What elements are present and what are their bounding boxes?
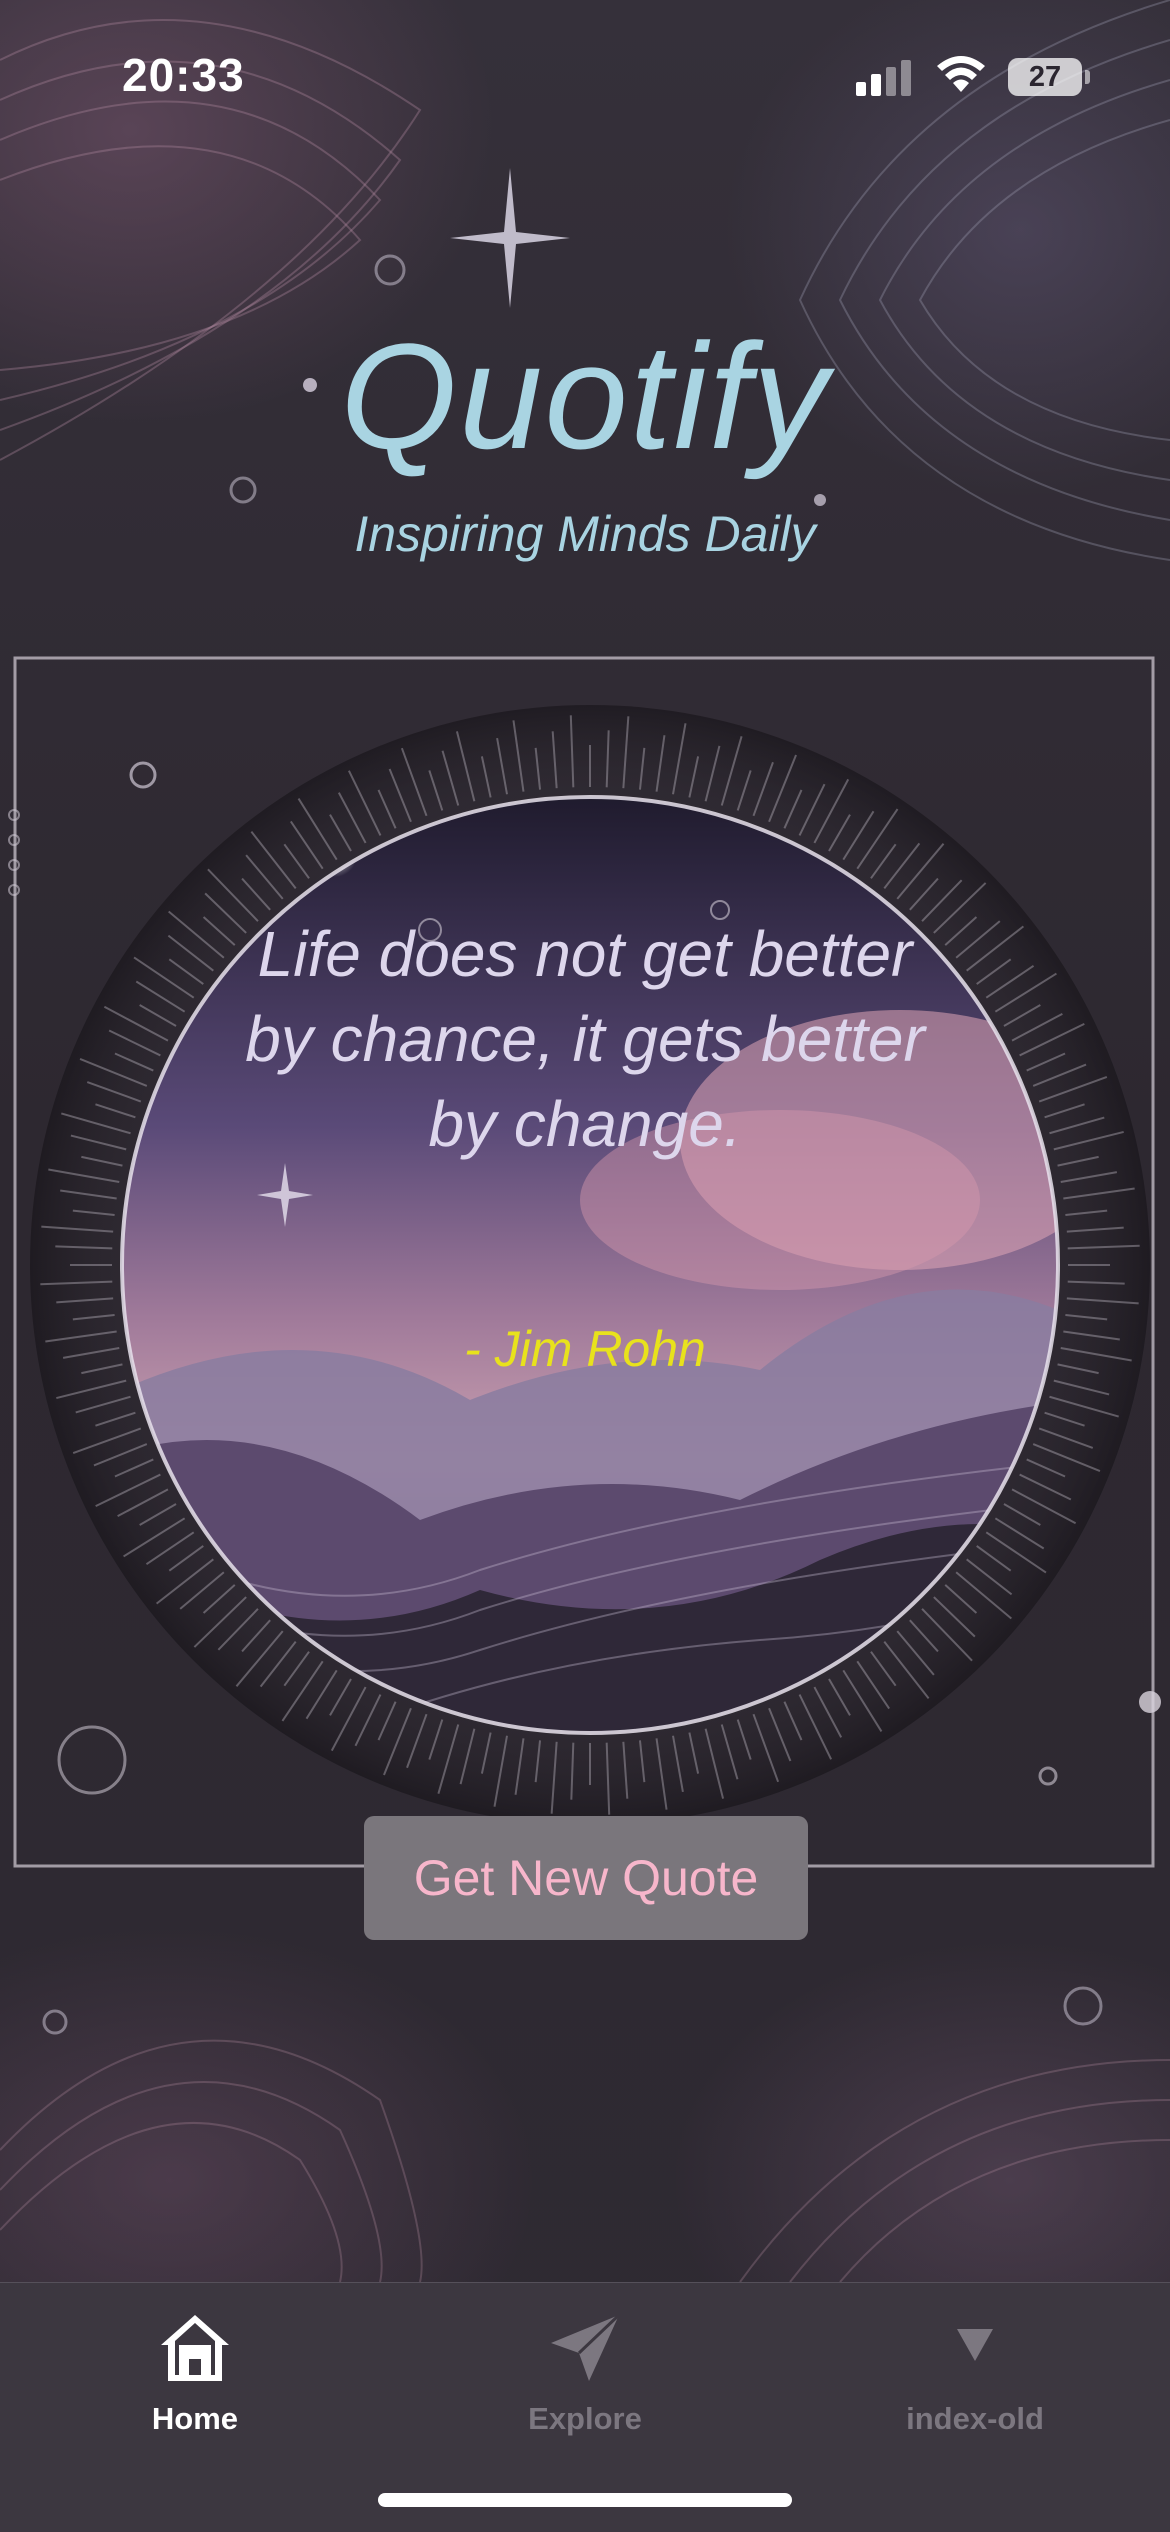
tab-home-label: Home [151,2401,239,2436]
tab-explore[interactable]: Explore [390,2283,780,2453]
quote-author: - Jim Rohn [464,1321,706,1377]
battery-icon: 27 [1008,58,1090,96]
tab-home[interactable]: Home [0,2283,390,2453]
status-time: 20:33 [122,49,245,101]
tab-explore-label: Explore [528,2401,642,2436]
triangle-down-icon [957,2329,993,2361]
tab-index-old[interactable]: index-old [780,2283,1170,2453]
wifi-icon [937,56,985,92]
app-screen: 20:33 27 Quotify Inspiring Minds Daily L… [0,0,1170,2532]
app-tagline: Inspiring Minds Daily [354,506,816,562]
app-title: Quotify [340,312,830,480]
cellular-signal-icon [856,60,911,96]
battery-level: 27 [1028,61,1062,93]
tab-index-old-label: index-old [906,2401,1044,2436]
home-icon [161,2315,229,2381]
get-new-quote-button[interactable]: Get New Quote [364,1816,808,1940]
home-indicator [378,2493,792,2507]
quote-artwork [8,656,1161,1868]
paper-plane-icon [551,2313,621,2381]
quote-text: Life does not get better by chance, it g… [245,918,925,1160]
